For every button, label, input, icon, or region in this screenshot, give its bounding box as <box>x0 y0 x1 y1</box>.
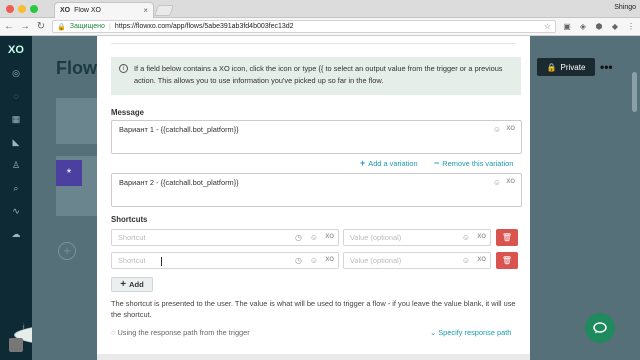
minimize-window-button[interactable] <box>18 5 26 13</box>
dashboard-icon[interactable]: ▦ <box>10 113 22 125</box>
back-icon[interactable]: ← <box>4 21 14 32</box>
reload-icon[interactable]: ↻ <box>36 21 46 32</box>
message-variant-2-input[interactable]: Вариант 2 - {{catchall.bot_platform}} ☺ … <box>111 173 522 207</box>
menu-kebab-icon[interactable]: ⋮ <box>626 22 636 31</box>
response-path-note: ◌ Using the response path from the trigg… <box>111 328 250 337</box>
delete-shortcut-button[interactable]: 🗑 <box>496 229 518 246</box>
text-cursor-icon <box>161 257 162 266</box>
edit-step-modal: i If a field below contains a XO icon, c… <box>97 36 530 360</box>
scrollbar[interactable] <box>632 72 637 112</box>
address-divider: | <box>108 22 111 31</box>
value-placeholder: Value (optional) <box>350 256 402 265</box>
cloud-icon[interactable]: ☁ <box>10 228 22 240</box>
emoji-icon[interactable]: ☺ <box>310 233 318 242</box>
chat-bubble-icon <box>593 322 607 334</box>
flowxo-favicon-icon: XO <box>60 7 71 14</box>
shortcut-value-input[interactable]: Value (optional) ☺ XO <box>343 252 491 269</box>
extension-icon[interactable]: ◈ <box>578 22 588 31</box>
avatar[interactable] <box>9 338 23 352</box>
info-icon: i <box>119 64 128 73</box>
secure-label: Защищено <box>69 23 105 30</box>
shortcut-help-text: The shortcut is presented to the user. T… <box>111 299 516 319</box>
app-sidebar: XO ◎ ◌ ▦ ◣ ♙ ⌕ ∿ ☁ i <box>0 36 424 360</box>
add-button-label: Add <box>129 280 144 289</box>
chevron-down-icon: ⌄ <box>430 328 439 337</box>
clock-icon[interactable]: ◷ <box>295 233 302 242</box>
shortcut-input[interactable]: Shortcut ◷ ☺ XO <box>111 252 339 269</box>
chat-icon[interactable]: ◌ <box>10 90 22 102</box>
tab-title: Flow XO <box>74 7 101 14</box>
add-variation-link[interactable]: + Add a variation <box>360 158 418 168</box>
flowxo-logo-icon[interactable]: XO <box>8 44 24 56</box>
bookmark-star-icon[interactable]: ☆ <box>544 22 551 31</box>
xo-insert-icon[interactable]: XO <box>477 234 486 240</box>
clock-icon[interactable]: ◷ <box>295 256 302 265</box>
emoji-icon[interactable]: ☺ <box>310 256 318 265</box>
remove-variation-label: Remove this variation <box>442 158 514 168</box>
flows-icon[interactable]: ◎ <box>10 67 22 79</box>
trigger-icon: * <box>56 160 82 186</box>
private-button[interactable]: 🔒 Private <box>537 58 595 76</box>
variant-1-text: Вариант 1 - {{catchall.bot_platform}} <box>119 125 239 134</box>
specify-response-path-label: Specify response path <box>438 328 512 337</box>
xo-insert-icon[interactable]: XO <box>325 257 334 263</box>
lock-icon: 🔒 <box>546 62 557 72</box>
more-options-icon[interactable]: ••• <box>600 60 613 74</box>
emoji-icon[interactable]: ☺ <box>462 233 470 242</box>
close-tab-icon[interactable]: × <box>143 6 148 15</box>
add-step-icon: + <box>58 242 76 260</box>
shortcut-input[interactable]: Shortcut ◷ ☺ XO <box>111 229 339 246</box>
url-text[interactable]: https://flowxo.com/app/flows/5abe391ab3f… <box>115 23 294 30</box>
specify-response-path-link[interactable]: ⌄ Specify response path <box>430 328 511 337</box>
shortcut-placeholder: Shortcut <box>118 233 146 242</box>
xo-insert-icon[interactable]: XO <box>325 234 334 240</box>
lock-icon: 🔒 <box>57 23 66 31</box>
background-panel <box>56 98 98 144</box>
address-bar[interactable]: 🔒 Защищено | https://flowxo.com/app/flow… <box>52 20 556 33</box>
extension-icon[interactable]: ◆ <box>610 22 620 31</box>
shortcut-value-input[interactable]: Value (optional) ☺ XO <box>343 229 491 246</box>
browser-tab[interactable]: XO Flow XO × <box>54 2 154 18</box>
contacts-icon[interactable]: ♙ <box>10 159 22 171</box>
shortcuts-label: Shortcuts <box>111 215 148 224</box>
response-path-text: Using the response path from the trigger <box>117 328 250 337</box>
remove-variation-link[interactable]: − Remove this variation <box>434 158 513 168</box>
close-window-button[interactable] <box>6 5 14 13</box>
plus-icon: + <box>360 158 366 168</box>
modal-top-divider <box>111 43 516 44</box>
maximize-window-button[interactable] <box>30 5 38 13</box>
message-label: Message <box>111 108 144 117</box>
add-variation-label: Add a variation <box>368 158 418 168</box>
xo-insert-icon[interactable]: XO <box>506 126 515 132</box>
chat-widget-button[interactable] <box>585 313 615 343</box>
variant-2-text: Вариант 2 - {{catchall.bot_platform}} <box>119 178 239 187</box>
value-placeholder: Value (optional) <box>350 233 402 242</box>
info-text: If a field below contains a XO icon, cli… <box>134 64 503 85</box>
browser-tab-bar: XO Flow XO × Shingo <box>0 0 640 18</box>
forward-icon[interactable]: → <box>20 21 30 32</box>
xo-insert-icon[interactable]: XO <box>506 179 515 185</box>
emoji-icon[interactable]: ☺ <box>493 178 501 187</box>
browser-user-name[interactable]: Shingo <box>614 4 636 11</box>
extension-icon[interactable]: ▣ <box>562 22 572 31</box>
modal-footer-bar <box>97 354 530 360</box>
activity-icon[interactable]: ∿ <box>10 205 22 217</box>
minus-icon: − <box>434 158 440 168</box>
plus-icon: + <box>120 279 127 290</box>
message-variant-1-input[interactable]: Вариант 1 - {{catchall.bot_platform}} ☺ … <box>111 120 522 154</box>
extension-icon[interactable]: ⬢ <box>594 22 604 31</box>
emoji-icon[interactable]: ☺ <box>462 256 470 265</box>
delete-shortcut-button[interactable]: 🗑 <box>496 252 518 269</box>
shortcut-placeholder: Shortcut <box>118 256 146 265</box>
megaphone-icon[interactable]: ◣ <box>10 136 22 148</box>
add-shortcut-button[interactable]: + Add <box>111 277 153 292</box>
search-icon[interactable]: ⌕ <box>10 182 22 194</box>
new-tab-button[interactable] <box>153 5 175 16</box>
info-banner: i If a field below contains a XO icon, c… <box>111 57 521 95</box>
xo-insert-icon[interactable]: XO <box>477 257 486 263</box>
browser-toolbar: ← → ↻ 🔒 Защищено | https://flowxo.com/ap… <box>0 18 640 36</box>
private-label: Private <box>560 62 586 72</box>
emoji-icon[interactable]: ☺ <box>493 125 501 134</box>
